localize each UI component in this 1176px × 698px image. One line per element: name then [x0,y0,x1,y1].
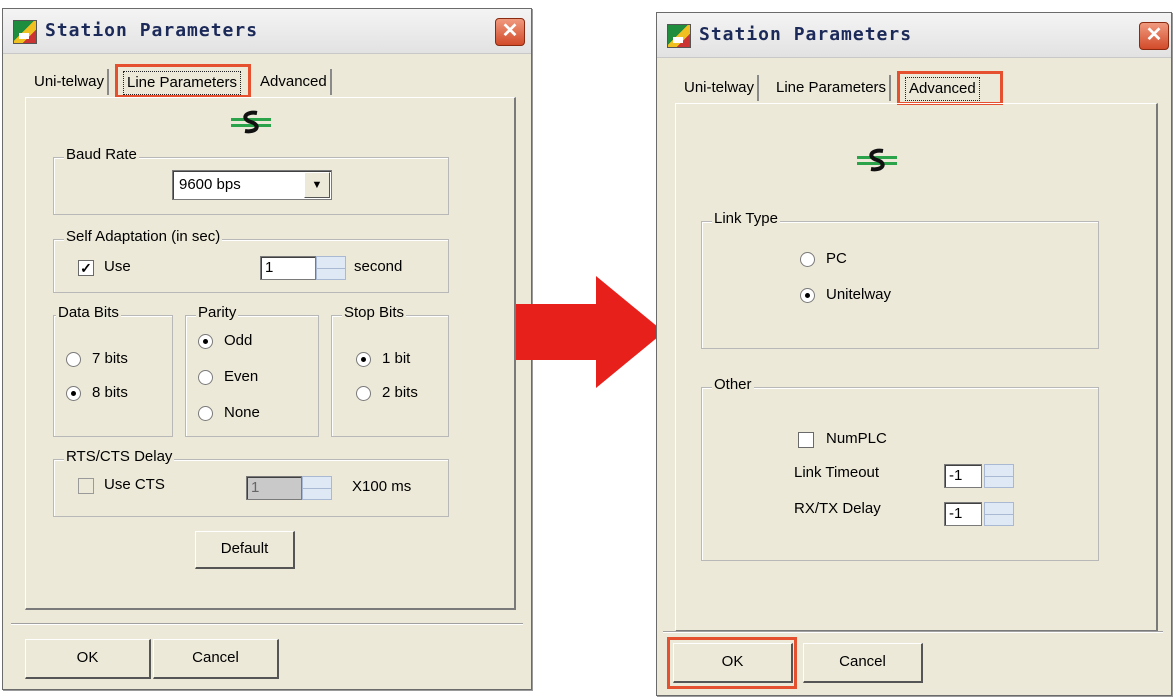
ok-button[interactable]: OK [25,639,151,679]
cancel-button[interactable]: Cancel [153,639,279,679]
parity-group: Parity Odd Even None [185,304,319,437]
parity-odd-label: Odd [224,332,253,349]
close-icon[interactable]: ✕ [1139,22,1169,50]
cts-delay-input[interactable]: 1 [246,476,302,500]
stop-bits-1-radio[interactable] [356,352,371,367]
stop-bits-label: Stop Bits [342,304,407,321]
baud-rate-group: Baud Rate 9600 bps ▼ [53,146,449,215]
tab-uni-telway[interactable]: Uni-telway [681,75,760,101]
station-icon [13,20,37,44]
parity-even-label: Even [224,368,259,385]
close-icon[interactable]: ✕ [495,18,525,46]
data-bits-8-radio[interactable] [66,386,81,401]
numplc-checkbox[interactable] [798,432,814,448]
cancel-button[interactable]: Cancel [803,643,923,683]
right-bottom-separator [663,631,1163,633]
self-adaptation-use-checkbox[interactable]: ✓ [78,260,94,276]
link-type-label: Link Type [712,210,780,227]
stop-bits-group: Stop Bits 1 bit 2 bits [331,304,449,437]
parity-odd-radio[interactable] [198,334,213,349]
left-dialog-title: Station Parameters [45,20,259,41]
link-type-group: Link Type PC Unitelway [701,210,1099,349]
self-adaptation-use-label: Use [104,258,131,275]
link-type-pc-radio[interactable] [800,252,815,267]
parity-none-radio[interactable] [198,406,213,421]
left-station-parameters-dialog: Station Parameters ✕ Uni-telway Line Par… [2,8,532,690]
station-icon [667,24,691,48]
tab-advanced[interactable]: Advanced [257,69,332,95]
rts-cts-delay-group: RTS/CTS Delay Use CTS 1 X100 ms [53,448,449,517]
rxtx-delay-input[interactable]: -1 [944,502,982,526]
link-type-unitelway-radio[interactable] [800,288,815,303]
rxtx-delay-label: RX/TX Delay [794,500,881,517]
rxtx-delay-spinner[interactable] [984,502,1014,526]
link-timeout-spinner[interactable] [984,464,1014,488]
left-tab-strip: Uni-telway Line Parameters Advanced [31,69,351,99]
self-adaptation-group: Self Adaptation (in sec) ✓ Use 1 second [53,228,449,293]
tab-line-parameters[interactable]: Line Parameters [773,75,892,101]
arrow-right-icon [516,276,664,388]
right-title-bar: Station Parameters ✕ [657,13,1171,58]
self-adaptation-seconds-input[interactable]: 1 [260,256,316,280]
cts-delay-spinner[interactable] [302,476,332,500]
self-adaptation-unit: second [354,258,403,275]
self-adaptation-spinner[interactable] [316,256,346,280]
numplc-label: NumPLC [826,430,887,447]
right-station-parameters-dialog: Station Parameters ✕ Uni-telway Line Par… [656,12,1172,696]
data-bits-8-label: 8 bits [92,384,128,401]
tab-uni-telway[interactable]: Uni-telway [31,69,110,95]
tab-advanced[interactable]: Advanced [905,77,980,101]
default-button[interactable]: Default [195,531,295,569]
use-cts-label: Use CTS [104,476,165,493]
data-bits-7-radio[interactable] [66,352,81,367]
stop-bits-1-label: 1 bit [382,350,411,367]
link-type-unitelway-label: Unitelway [826,286,892,303]
use-cts-checkbox[interactable] [78,478,94,494]
other-label: Other [712,376,754,393]
chevron-down-icon[interactable]: ▼ [304,172,330,198]
stop-bits-2-label: 2 bits [382,384,418,401]
parity-even-radio[interactable] [198,370,213,385]
self-adaptation-label: Self Adaptation (in sec) [64,228,223,245]
right-tab-strip: Uni-telway Line Parameters Advanced [681,75,1011,105]
data-bits-group: Data Bits 7 bits 8 bits [53,304,173,437]
link-type-pc-label: PC [826,250,847,267]
data-bits-7-label: 7 bits [92,350,128,367]
stop-bits-2-radio[interactable] [356,386,371,401]
parity-label: Parity [196,304,239,321]
ok-button[interactable]: OK [673,643,793,683]
left-title-bar: Station Parameters ✕ [3,9,531,54]
parity-none-label: None [224,404,260,421]
left-bottom-separator [11,623,523,625]
network-s-icon [857,148,897,172]
network-s-icon [231,110,271,134]
data-bits-label: Data Bits [56,304,121,321]
baud-rate-label: Baud Rate [64,146,139,163]
other-group: Other NumPLC Link Timeout -1 RX/TX Delay… [701,376,1099,561]
link-timeout-input[interactable]: -1 [944,464,982,488]
tab-line-parameters[interactable]: Line Parameters [123,71,242,95]
cts-delay-unit: X100 ms [352,478,412,495]
right-dialog-title: Station Parameters [699,24,913,45]
link-timeout-label: Link Timeout [794,464,880,481]
rts-cts-delay-label: RTS/CTS Delay [64,448,175,465]
